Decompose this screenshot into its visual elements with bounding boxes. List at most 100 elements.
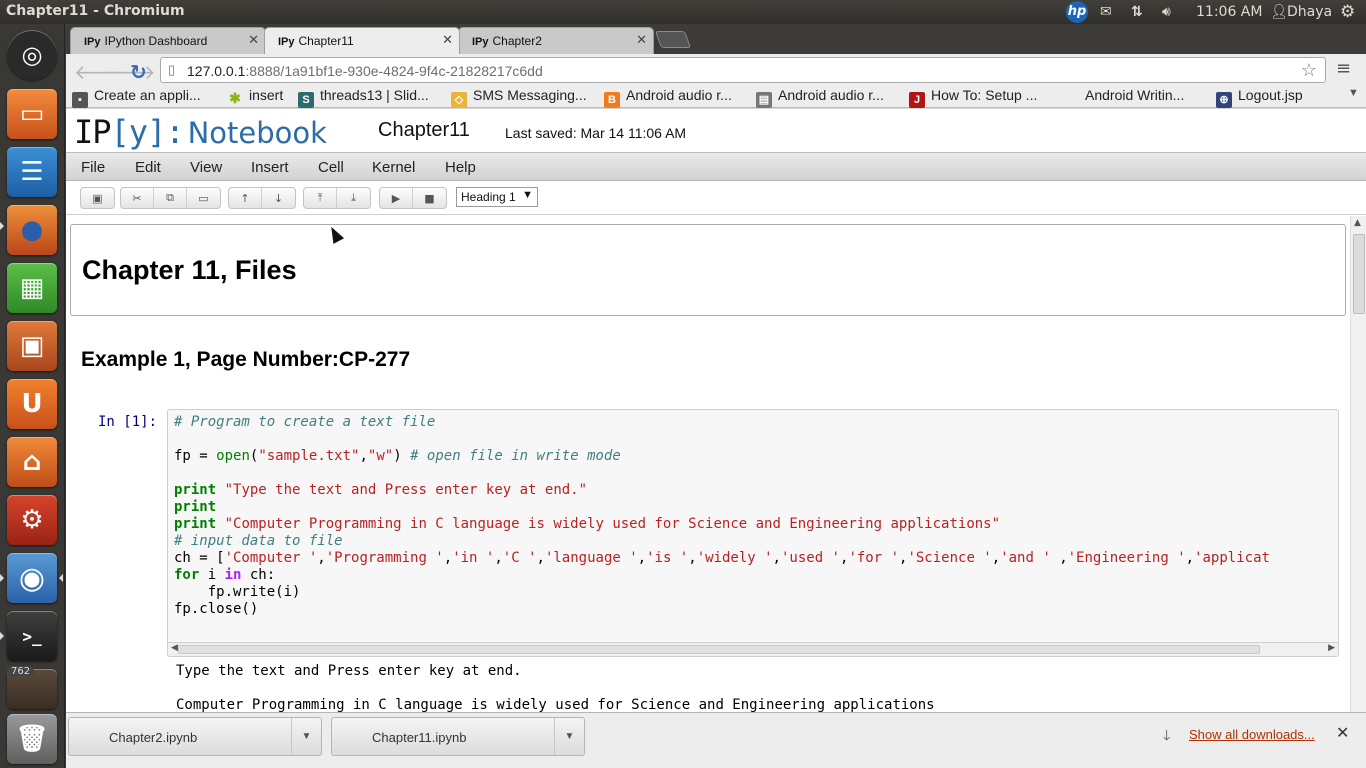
- scroll-up-icon[interactable]: ▲: [1354, 218, 1361, 228]
- terminal-icon[interactable]: >_: [7, 611, 57, 661]
- insert-below-icon[interactable]: ⤓: [337, 188, 370, 208]
- trash-icon[interactable]: 🗑︎: [7, 714, 57, 764]
- system-settings-icon[interactable]: ⚙: [7, 495, 57, 545]
- save-group: ▣: [80, 187, 115, 209]
- menu-edit[interactable]: Edit: [135, 159, 161, 176]
- show-all-downloads-link[interactable]: Show all downloads...: [1189, 727, 1315, 742]
- network-icon[interactable]: ⇅: [1131, 2, 1143, 22]
- notebook-menubar: File Edit View Insert Cell Kernel Help: [66, 152, 1366, 181]
- page-scroll-thumb[interactable]: [1353, 234, 1365, 314]
- cell-type-select[interactable]: Heading 1 ▼: [456, 187, 538, 207]
- run-group: ▶ ■: [379, 187, 447, 209]
- insert-above-icon[interactable]: ⤒: [304, 188, 337, 208]
- tab-favicon: IPy: [84, 36, 101, 48]
- url-text[interactable]: 127.0.0.1:8888/1a91bf1e-930e-4824-9f4c-2…: [187, 63, 543, 79]
- new-tab-button[interactable]: [654, 31, 692, 48]
- ubuntu-dash-icon[interactable]: ◎: [7, 30, 57, 80]
- bookmark-item[interactable]: Sthreads13 | Slid...: [298, 87, 429, 108]
- address-bar[interactable]: ▯ 127.0.0.1:8888/1a91bf1e-930e-4824-9f4c…: [160, 57, 1326, 83]
- close-icon[interactable]: ✕: [1336, 723, 1349, 742]
- scroll-left-icon[interactable]: ◀: [171, 643, 178, 653]
- tab-close-icon[interactable]: ✕: [442, 32, 453, 48]
- download-shelf: Chapter2.ipynb ▼ Chapter11.ipynb ▼ 🡓 Sho…: [66, 712, 1366, 768]
- insert-group: ⤒ ⤓: [303, 187, 371, 209]
- bookmark-item[interactable]: ▪ Create an appli...: [72, 87, 201, 108]
- url-path: :8888/1a91bf1e-930e-4824-9f4c-21828217c6…: [245, 63, 543, 79]
- tab-close-icon[interactable]: ✕: [636, 32, 647, 48]
- ubuntu-one-icon[interactable]: U: [7, 379, 57, 429]
- code-horizontal-scrollbar[interactable]: ◀ ▶: [168, 642, 1338, 656]
- tab-close-icon[interactable]: ✕: [248, 32, 259, 48]
- impress-icon[interactable]: ▣: [7, 321, 57, 371]
- tab-chapter11[interactable]: IPy Chapter11 ✕: [264, 27, 460, 54]
- clock[interactable]: 11:06 AM: [1196, 2, 1262, 22]
- menu-file[interactable]: File: [81, 159, 105, 176]
- notebook-cells: Chapter 11, Files Example 1, Page Number…: [66, 216, 1366, 736]
- bookmark-item[interactable]: ⊕ Logout.jsp: [1216, 87, 1303, 108]
- tab-chapter2[interactable]: IPy Chapter2 ✕: [458, 27, 654, 54]
- session-gear-icon[interactable]: ⚙: [1340, 2, 1355, 22]
- copy-icon[interactable]: ⧉: [154, 188, 187, 208]
- mail-icon[interactable]: ✉: [1100, 2, 1112, 22]
- menu-insert[interactable]: Insert: [251, 159, 289, 176]
- page-scrollbar[interactable]: ▲ ▼: [1350, 216, 1366, 736]
- ipython-logo[interactable]: IP[y]: Notebook: [74, 113, 327, 151]
- menu-view[interactable]: View: [190, 159, 222, 176]
- writer-icon[interactable]: ☰: [7, 147, 57, 197]
- reload-icon[interactable]: ↻: [130, 60, 147, 84]
- firefox-icon[interactable]: ●: [7, 205, 57, 255]
- volume-icon[interactable]: 🔊︎: [1162, 2, 1171, 22]
- chrome-menu-icon[interactable]: ≡: [1336, 58, 1351, 79]
- notebook-name[interactable]: Chapter11: [378, 119, 470, 142]
- scroll-thumb[interactable]: [178, 645, 1260, 654]
- bookmarks-overflow-icon[interactable]: ▼: [1348, 87, 1359, 99]
- input-prompt: In [1]:: [98, 414, 158, 430]
- heading-2[interactable]: Example 1, Page Number:CP-277: [81, 348, 410, 372]
- cut-icon[interactable]: ✂: [121, 188, 154, 208]
- focused-indicator: [59, 574, 63, 582]
- user-name[interactable]: Dhaya: [1287, 2, 1332, 22]
- hp-icon[interactable]: hp: [1066, 1, 1088, 23]
- paste-icon[interactable]: ▭: [187, 188, 220, 208]
- bookmark-item[interactable]: Android Writin...: [1085, 87, 1184, 103]
- bookmark-star-icon[interactable]: ☆: [1301, 60, 1317, 81]
- tab-favicon: IPy: [472, 36, 489, 48]
- forward-icon[interactable]: 🡒: [102, 60, 156, 84]
- chromium-icon[interactable]: ◉: [7, 553, 57, 603]
- user-icon[interactable]: 👤︎: [1270, 2, 1288, 22]
- android-icon: ✱: [229, 90, 241, 106]
- sms-icon: ◇: [451, 92, 467, 108]
- files-icon[interactable]: ▭: [7, 89, 57, 139]
- code-cell-editor[interactable]: # Program to create a text file fp = ope…: [167, 409, 1339, 657]
- slideshare-icon: S: [298, 92, 314, 108]
- download-icon: 🡓: [1163, 728, 1171, 744]
- heading-cell-selected[interactable]: Chapter 11, Files: [70, 224, 1346, 316]
- download-item[interactable]: Chapter11.ipynb ▼: [331, 717, 585, 756]
- bookmark-item[interactable]: J How To: Setup ...: [909, 87, 1037, 108]
- workspace-switcher-icon[interactable]: 762: [7, 666, 57, 709]
- tab-ipython-dashboard[interactable]: IPy IPython Dashboard ✕: [70, 27, 266, 54]
- notebook-page: IP[y]: Notebook Chapter11 Last saved: Mar…: [66, 109, 1366, 736]
- stop-icon[interactable]: ■: [413, 188, 446, 208]
- calc-icon[interactable]: ▦: [7, 263, 57, 313]
- move-up-icon[interactable]: ↑: [229, 188, 262, 208]
- bookmark-item[interactable]: ▤ Android audio r...: [756, 87, 884, 108]
- bookmark-item[interactable]: B Android audio r...: [604, 87, 732, 108]
- tab-strip: IPy IPython Dashboard ✕ IPy Chapter11 ✕ IP…: [66, 24, 1366, 54]
- save-icon[interactable]: ▣: [81, 188, 114, 208]
- scroll-right-icon[interactable]: ▶: [1328, 643, 1335, 653]
- bookmark-item[interactable]: ◇ SMS Messaging...: [451, 87, 587, 108]
- bookmark-label: threads13 | Slid...: [320, 87, 429, 103]
- menu-help[interactable]: Help: [445, 159, 476, 176]
- running-indicator: [0, 632, 4, 640]
- chevron-down-icon[interactable]: ▼: [291, 718, 321, 755]
- chevron-down-icon[interactable]: ▼: [554, 718, 584, 755]
- download-item[interactable]: Chapter2.ipynb ▼: [68, 717, 322, 756]
- code-text[interactable]: # Program to create a text file fp = ope…: [174, 414, 1270, 618]
- run-icon[interactable]: ▶: [380, 188, 413, 208]
- software-center-icon[interactable]: ⌂: [7, 437, 57, 487]
- bookmark-item[interactable]: ✱ insert: [227, 87, 283, 106]
- menu-kernel[interactable]: Kernel: [372, 159, 415, 176]
- move-down-icon[interactable]: ↓: [262, 188, 295, 208]
- menu-cell[interactable]: Cell: [318, 159, 344, 176]
